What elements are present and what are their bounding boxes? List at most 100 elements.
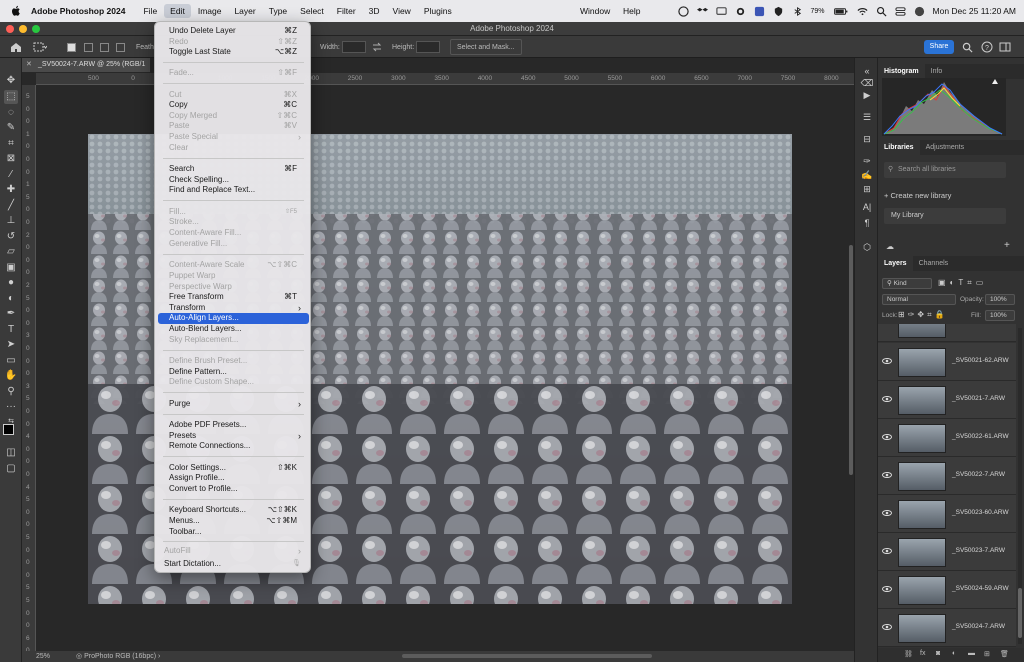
layer-row[interactable]: _SV50022-61.ARW — [878, 419, 1016, 457]
brush-tool-icon[interactable]: ╱ — [4, 199, 18, 213]
visibility-eye-icon[interactable] — [882, 546, 892, 556]
adjustments-panel-icon[interactable]: ⊟ — [860, 132, 874, 146]
delete-layer-icon[interactable]: 🗑 — [1000, 650, 1009, 658]
app-name[interactable]: Adobe Photoshop 2024 — [31, 6, 125, 16]
creative-cloud-icon[interactable] — [677, 5, 689, 17]
tab-layers[interactable]: Layers — [878, 256, 913, 271]
new-layer-icon[interactable]: ⊞ — [984, 650, 990, 658]
tab-adjustments[interactable]: Adjustments — [920, 140, 971, 155]
marquee-preset-icon[interactable] — [33, 36, 47, 58]
horizontal-scrollbar[interactable] — [402, 654, 652, 658]
adjustment-layer-icon[interactable]: ◐ — [952, 650, 956, 657]
brush-settings-icon[interactable]: ✑ — [860, 154, 874, 168]
layer-style-icon[interactable]: fx — [920, 650, 925, 657]
layer-name[interactable]: _SV50022-7.ARW — [952, 471, 1005, 478]
home-icon[interactable] — [10, 36, 22, 58]
share-button[interactable]: Share — [924, 40, 954, 54]
menu-item-keyboard-shortcuts[interactable]: Keyboard Shortcuts... ⌥⇧⌘K — [158, 505, 309, 516]
path-selection-tool-icon[interactable]: ➤ — [4, 338, 18, 352]
vertical-ruler[interactable]: 5 0 0 1 0 0 0 1 5 0 0 2 0 0 0 2 5 0 0 3 0 0 0 3 5 0 0 4 0 0 0 4 5 0 0 5 0 0 0 5… — [22, 85, 36, 662]
menu-item-puppet-warp[interactable]: Puppet Warp — [158, 271, 309, 282]
menu-item-define-brush-preset[interactable]: Define Brush Preset... — [158, 356, 309, 367]
menu-item-clear[interactable]: Clear — [158, 143, 309, 154]
visibility-eye-icon[interactable] — [882, 470, 892, 480]
layer-kind-filter[interactable]: ⚲ Kind — [882, 278, 932, 289]
menu-item-generative-fill[interactable]: Generative Fill... — [158, 239, 309, 250]
layer-name[interactable]: _SV50021-62.ARW — [952, 357, 1009, 364]
layer-row[interactable]: _SV50023-60.ARW — [878, 495, 1016, 533]
tab-histogram[interactable]: Histogram — [878, 64, 925, 79]
select-and-mask-button[interactable]: Select and Mask... — [450, 39, 522, 55]
tab-channels[interactable]: Channels — [913, 256, 955, 271]
screen-mode-icon[interactable]: ▢ — [4, 462, 18, 476]
document-tab[interactable]: ✕ _SV50024-7.ARW @ 25% (RGB/1 — [22, 58, 150, 72]
menu-item-presets[interactable]: Presets › — [158, 431, 309, 442]
menu-item-autofill[interactable]: AutoFill › — [158, 546, 309, 557]
opacity-input[interactable]: 100% — [985, 294, 1015, 305]
blur-tool-icon[interactable]: ● — [4, 276, 18, 290]
apple-icon[interactable] — [9, 4, 23, 18]
menu-item-fill[interactable]: Fill... ⇧F5 — [158, 207, 309, 218]
menu-item-undo-delete-layer[interactable]: Undo Delete Layer ⌘Z — [158, 26, 309, 37]
type-tool-icon[interactable]: T — [4, 323, 18, 337]
dodge-tool-icon[interactable]: ◐ — [4, 292, 18, 306]
menu-layer[interactable]: Layer — [228, 4, 261, 18]
character-panel-icon[interactable]: A| — [860, 200, 874, 214]
menu-item-paste[interactable]: Paste ⌘V — [158, 121, 309, 132]
object-selection-tool-icon[interactable]: ✎ — [4, 121, 18, 135]
history-brush-tool-icon[interactable]: ↺ — [4, 230, 18, 244]
eyedropper-tool-icon[interactable]: ⁄ — [4, 168, 18, 182]
menu-item-paste-special[interactable]: Paste Special › — [158, 132, 309, 143]
crop-tool-icon[interactable]: ⌗ — [4, 137, 18, 151]
layer-name[interactable]: _SV50023-60.ARW — [952, 509, 1009, 516]
menu-item-content-aware-fill[interactable]: Content-Aware Fill... — [158, 228, 309, 239]
more-tools-icon[interactable]: ··· — [4, 400, 18, 414]
pen-tool-icon[interactable]: ✒ — [4, 307, 18, 321]
menu-item-menus[interactable]: Menus... ⌥⇧⌘M — [158, 516, 309, 527]
menu-item-transform[interactable]: Transform › — [158, 303, 309, 314]
menu-type[interactable]: Type — [263, 4, 293, 18]
shape-tool-icon[interactable]: ▭ — [4, 354, 18, 368]
visibility-eye-icon[interactable] — [882, 432, 892, 442]
layer-name[interactable]: _SV50021-7.ARW — [952, 395, 1005, 402]
menu-item-cut[interactable]: Cut ⌘X — [158, 90, 309, 101]
menu-view[interactable]: View — [387, 4, 417, 18]
libraries-search-input[interactable]: ⚲ Search all libraries — [884, 162, 1006, 178]
menu-item-copy[interactable]: Copy ⌘C — [158, 100, 309, 111]
menu-item-search[interactable]: Search ⌘F — [158, 164, 309, 175]
layer-row[interactable]: _SV50021-7.ARW — [878, 381, 1016, 419]
add-icon[interactable]: + — [1004, 240, 1010, 251]
gear-icon[interactable] — [735, 6, 746, 17]
healing-brush-tool-icon[interactable]: ✚ — [4, 183, 18, 197]
menu-item-copy-merged[interactable]: Copy Merged ⇧⌘C — [158, 111, 309, 122]
swap-icon[interactable] — [372, 36, 382, 58]
vertical-scrollbar[interactable] — [849, 245, 853, 475]
gradient-tool-icon[interactable]: ▣ — [4, 261, 18, 275]
menu-filter[interactable]: Filter — [331, 4, 362, 18]
menu-help[interactable]: Help — [617, 4, 646, 18]
intersect-selection-icon[interactable] — [116, 36, 125, 58]
help-icon[interactable]: ? — [981, 36, 993, 58]
dropbox-icon[interactable] — [696, 6, 708, 17]
menu-window[interactable]: Window — [574, 4, 616, 18]
zoom-tool-icon[interactable]: ⚲ — [4, 385, 18, 399]
fill-input[interactable]: 100% — [985, 310, 1015, 321]
workspace-icon[interactable] — [999, 36, 1011, 58]
layer-mask-icon[interactable]: ◙ — [936, 650, 940, 657]
layer-row[interactable]: _SV50023-7.ARW — [878, 533, 1016, 571]
visibility-eye-icon[interactable] — [882, 584, 892, 594]
wifi-icon[interactable] — [857, 6, 868, 17]
menu-item-define-pattern[interactable]: Define Pattern... — [158, 367, 309, 378]
brushes-panel-icon[interactable]: ✍ — [860, 168, 874, 182]
menu-file[interactable]: File — [137, 4, 163, 18]
hand-tool-icon[interactable]: ✋ — [4, 369, 18, 383]
lock-icons[interactable]: ⊞✑✥⌗🔒 — [898, 310, 948, 320]
clock[interactable]: Mon Dec 25 11:20 AM — [933, 6, 1016, 16]
clone-stamp-tool-icon[interactable]: ⊥ — [4, 214, 18, 228]
bluetooth-icon[interactable] — [792, 6, 803, 17]
layer-row[interactable]: _SV50024-59.ARW — [878, 571, 1016, 609]
menu-item-check-spelling[interactable]: Check Spelling... — [158, 175, 309, 186]
menu-item-remote-connections[interactable]: Remote Connections... — [158, 441, 309, 452]
quick-mask-icon[interactable]: ◫ — [4, 446, 18, 460]
menu-item-fade[interactable]: Fade... ⇧⌘F — [158, 68, 309, 79]
